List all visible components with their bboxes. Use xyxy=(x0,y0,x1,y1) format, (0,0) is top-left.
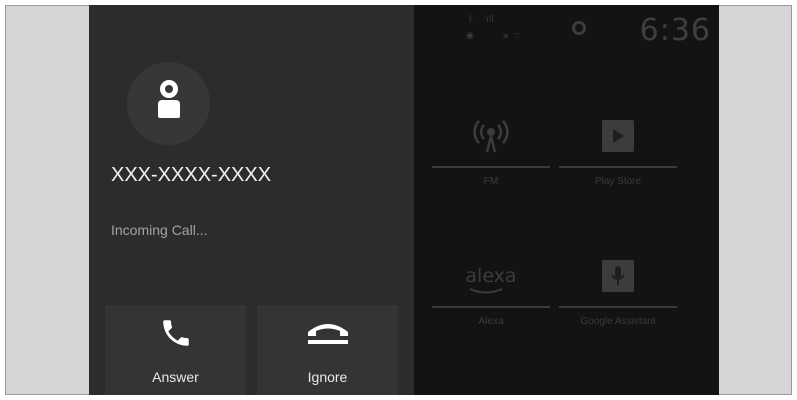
answer-label: Answer xyxy=(152,369,199,385)
ignore-button[interactable]: Ignore xyxy=(257,305,398,395)
app-tile-google-assistant[interactable]: Google Assistant xyxy=(559,248,677,353)
alexa-logo-icon: alexa xyxy=(432,248,550,304)
status-bar: ᛒ ⫶ıll ◉ ✕ ⌔ 6:36 xyxy=(414,11,719,51)
settings-icon[interactable] xyxy=(572,21,586,35)
app-tile-fm[interactable]: FM xyxy=(432,108,550,213)
phone-hangup-icon xyxy=(257,315,398,351)
wifi-icon: ✕ ⌔ xyxy=(502,32,521,42)
app-label: FM xyxy=(483,176,499,187)
home-screen: ᛒ ⫶ıll ◉ ✕ ⌔ 6:36 FM Play Store alexa Al… xyxy=(414,5,719,395)
microphone-icon xyxy=(602,260,634,292)
caller-number: XXX-XXXX-XXXX xyxy=(111,164,272,186)
signal-icon: ⫶ıll xyxy=(484,15,494,25)
app-tile-play-store[interactable]: Play Store xyxy=(559,108,677,213)
app-label: Google Assistant xyxy=(580,316,656,327)
clock: 6:36 xyxy=(639,13,711,48)
play-store-icon xyxy=(602,120,634,152)
answer-button[interactable]: Answer xyxy=(105,305,246,395)
ignore-label: Ignore xyxy=(307,369,348,385)
app-tile-alexa[interactable]: alexa Alexa xyxy=(432,248,550,353)
voice-icon: ◉ xyxy=(466,31,474,41)
radio-broadcast-icon xyxy=(432,108,550,164)
call-status: Incoming Call... xyxy=(111,222,208,238)
caller-avatar-icon xyxy=(127,62,210,145)
phone-answer-icon xyxy=(105,315,246,351)
app-label: Play Store xyxy=(594,176,642,187)
bluetooth-icon: ᛒ xyxy=(468,15,474,25)
infotainment-screen: ᛒ ⫶ıll ◉ ✕ ⌔ 6:36 FM Play Store alexa Al… xyxy=(89,5,719,395)
app-label: Alexa xyxy=(478,316,504,327)
incoming-call-panel: XXX-XXXX-XXXX Incoming Call... Answer Ig… xyxy=(89,5,414,395)
